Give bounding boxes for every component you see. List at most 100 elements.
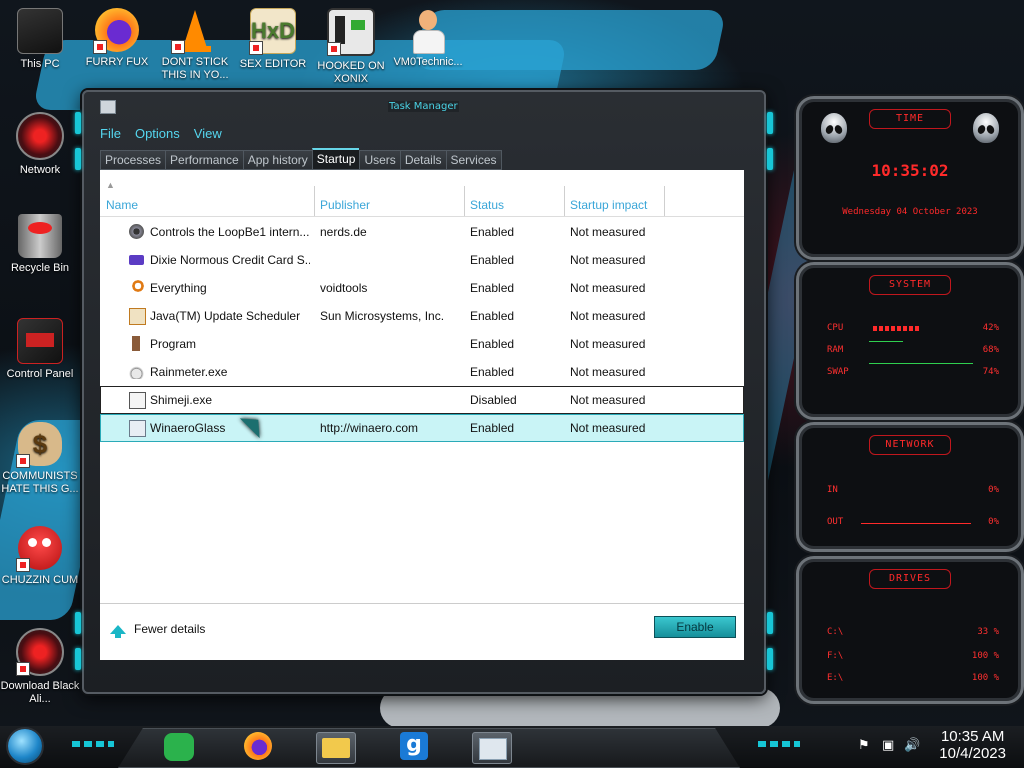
taskbar-explorer-button[interactable]: [316, 732, 356, 764]
desktop-icon-download-black[interactable]: Download Black Ali...: [0, 628, 80, 706]
network-widget: NETWORK IN 0% OUT 0%: [796, 422, 1024, 552]
cell-name: Rainmeter.exe: [150, 365, 228, 379]
cell-status: Enabled: [470, 309, 515, 323]
menu-file[interactable]: File: [100, 126, 121, 146]
startup-panel: ▲ Name Publisher Status Startup impact C…: [100, 170, 744, 660]
cell-publisher: nerds.de: [320, 225, 367, 239]
drive-f-row: F:\ 100 %: [827, 651, 999, 661]
tab-details[interactable]: Details: [399, 150, 446, 170]
tab-users[interactable]: Users: [359, 150, 400, 170]
desktop-icon-control-panel[interactable]: Control Panel: [0, 318, 80, 381]
tab-services[interactable]: Services: [445, 150, 502, 170]
widget-title: SYSTEM: [869, 275, 951, 295]
desktop-icon-label: COMMUNISTS HATE THIS G...: [1, 470, 79, 495]
control-panel-icon: [17, 318, 63, 364]
taskbar-accent: [758, 741, 800, 747]
taskbar-time: 10:35 AM: [940, 728, 1005, 745]
cell-startup-impact: Not measured: [570, 365, 646, 379]
table-row[interactable]: Java(TM) Update Scheduler Sun Microsystem…: [100, 302, 744, 330]
taskbar-clock[interactable]: 10:35 AM 10/4/2023: [939, 728, 1006, 762]
network-tray-icon[interactable]: ▣: [882, 738, 894, 753]
technician-icon: [406, 8, 450, 54]
cell-publisher: http://winaero.com: [320, 421, 419, 435]
drive-e-row: E:\ 100 %: [827, 673, 999, 683]
widget-title: TIME: [869, 109, 951, 129]
column-header-startup-impact[interactable]: Startup impact: [564, 186, 665, 216]
column-header-status[interactable]: Status: [464, 186, 565, 216]
alienware-icon: [16, 628, 64, 676]
taskbar-gmod-button[interactable]: g: [396, 732, 434, 762]
desktop-icon-network[interactable]: Network: [0, 112, 80, 177]
window-title: Task Manager: [388, 101, 459, 112]
desktop-icon-label: Recycle Bin: [10, 262, 70, 274]
table-row[interactable]: Dixie Normous Credit Card S... Enabled Not…: [100, 246, 744, 274]
alien-head-icon: [821, 113, 847, 143]
desktop-icon-this-pc[interactable]: This PC: [0, 8, 80, 71]
volume-icon[interactable]: 🔊: [904, 738, 920, 753]
arrow-up-icon: [110, 624, 126, 638]
menu-bar: File Options View: [100, 126, 222, 146]
frame-accent: [767, 112, 773, 134]
desktop-icon-chuzzin[interactable]: CHUZZIN CUM: [0, 526, 80, 587]
taskbar-firefox-button[interactable]: [240, 732, 278, 762]
menu-options[interactable]: Options: [135, 126, 180, 146]
desktop-icon-furry-fux[interactable]: FURRY FUX: [77, 8, 157, 69]
magnifier-icon: [129, 280, 144, 295]
task-manager-icon: [479, 738, 507, 760]
swap-row: SWAP 74%: [827, 363, 999, 377]
cell-name: WinaeroGlass: [150, 421, 226, 435]
cell-startup-impact: Not measured: [570, 421, 646, 435]
network-out-row: OUT 0%: [827, 517, 999, 527]
fewer-details-label: Fewer details: [134, 622, 206, 636]
enable-button[interactable]: Enable: [654, 616, 736, 638]
table-row[interactable]: Rainmeter.exe Enabled Not measured: [100, 358, 744, 386]
taskbar-feedly-button[interactable]: [160, 732, 198, 762]
fewer-details-button[interactable]: Fewer details: [110, 622, 206, 638]
money-bag-icon: $: [16, 422, 62, 468]
column-header-publisher[interactable]: Publisher: [314, 186, 465, 216]
desktop-icon-label: FURRY FUX: [85, 56, 149, 68]
table-row[interactable]: Shimeji.exe Disabled Not measured: [100, 386, 744, 414]
table-row[interactable]: Everything voidtools Enabled Not measured: [100, 274, 744, 302]
table-row[interactable]: Controls the LoopBe1 intern... nerds.de En…: [100, 218, 744, 246]
desktop-icon-label: DONT STICK THIS IN YO...: [161, 56, 229, 81]
tab-app-history[interactable]: App history: [242, 150, 312, 170]
cell-startup-impact: Not measured: [570, 253, 646, 267]
frame-accent: [75, 612, 81, 634]
desktop-icon-recycle-bin[interactable]: Recycle Bin: [0, 214, 80, 275]
tab-performance[interactable]: Performance: [165, 150, 243, 170]
desktop-icon-dont-stick[interactable]: DONT STICK THIS IN YO...: [155, 8, 235, 82]
table-row[interactable]: WinaeroGlass http://winaero.com Enabled Not…: [100, 414, 744, 442]
taskbar-task-manager-button[interactable]: [472, 732, 512, 764]
desktop-icon-sex-editor[interactable]: HxD SEX EDITOR: [233, 8, 313, 71]
start-orb-button[interactable]: [8, 729, 42, 763]
taskbar-accent: [72, 741, 114, 747]
cell-startup-impact: Not measured: [570, 309, 646, 323]
cell-status: Disabled: [470, 393, 517, 407]
tab-processes[interactable]: Processes: [100, 150, 166, 170]
chuzzle-icon: [16, 526, 62, 572]
droplet-icon: [129, 364, 144, 379]
window-app-icon: [129, 392, 146, 409]
tab-startup[interactable]: Startup: [311, 148, 360, 170]
credit-card-icon: [129, 255, 144, 265]
cell-startup-impact: Not measured: [570, 225, 646, 239]
title-bar[interactable]: Task Manager: [84, 92, 764, 116]
flag-icon[interactable]: ⚑: [858, 738, 870, 753]
desktop-icon-vm0technic[interactable]: VM0Technic...: [388, 8, 468, 69]
cell-name: Dixie Normous Credit Card S...: [150, 253, 310, 267]
cpu-row: CPU 42%: [827, 323, 999, 333]
frame-accent: [75, 148, 81, 170]
frame-accent: [75, 648, 81, 670]
menu-view[interactable]: View: [194, 126, 222, 146]
column-header-name[interactable]: ▲ Name: [100, 180, 315, 216]
desktop-icon-communists[interactable]: $ COMMUNISTS HATE THIS G...: [0, 422, 80, 496]
desktop-icon-hooked-on-xonix[interactable]: HOOKED ON XONIX: [311, 8, 391, 86]
task-manager-window[interactable]: Task Manager File Options View Processes…: [75, 90, 773, 694]
table-row[interactable]: Program Enabled Not measured: [100, 330, 744, 358]
loopbe-icon: [129, 224, 144, 239]
widget-title: NETWORK: [869, 435, 951, 455]
frame-accent: [75, 112, 81, 134]
alien-head-icon: [973, 113, 999, 143]
xonix-game-icon: [327, 8, 375, 56]
